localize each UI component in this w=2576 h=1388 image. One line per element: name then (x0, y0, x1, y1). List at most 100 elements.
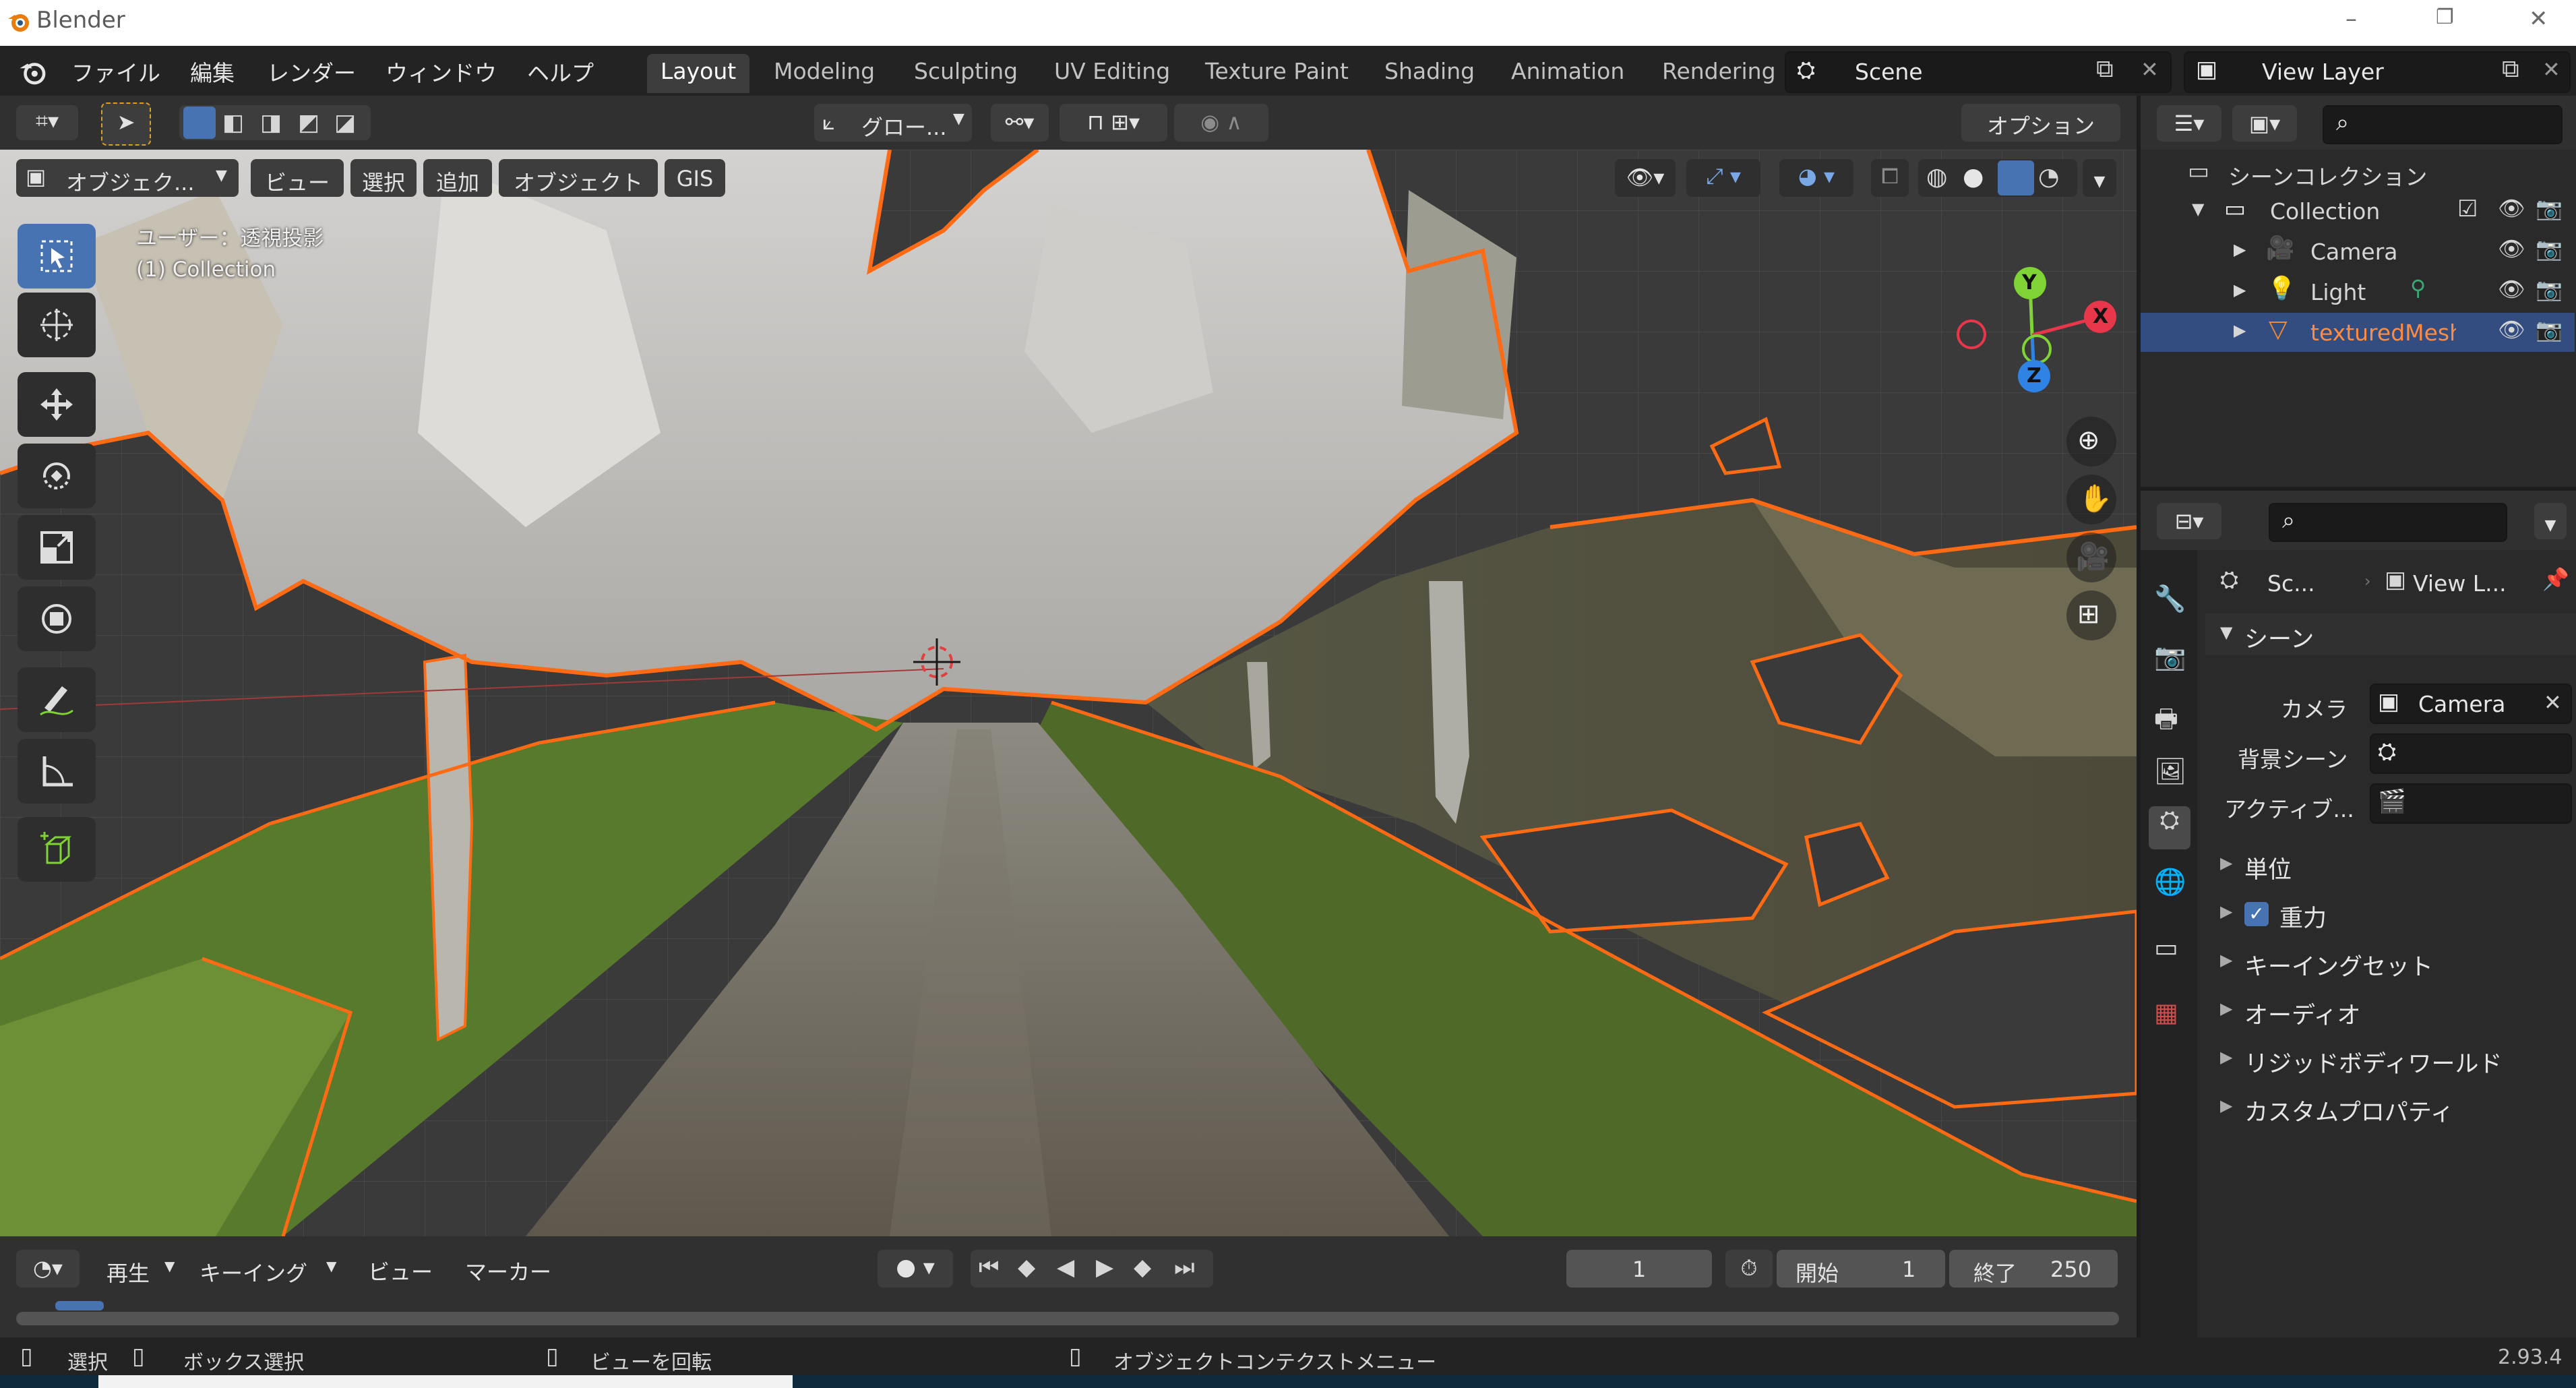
mode-extend-icon[interactable]: ◧ (222, 109, 244, 136)
expand-arrow-icon[interactable]: ▶ (2234, 321, 2246, 340)
transform-orientation-dropdown[interactable]: ⟀ グロー... ▼ (814, 104, 972, 142)
tool-annotate[interactable] (18, 667, 96, 732)
mode-subtract-icon[interactable]: ◨ (260, 109, 282, 136)
toggle-perspective-button[interactable]: ⊞ (2066, 591, 2116, 640)
active-tool-icon-button[interactable]: ➤ (101, 102, 151, 146)
frame-end-field[interactable]: 終了 250 (1949, 1250, 2118, 1288)
mode-invert-icon[interactable]: ◩ (298, 109, 319, 136)
new-scene-icon[interactable]: ⧉ (2096, 55, 2114, 84)
view3d-menu-select[interactable]: 選択 (350, 159, 417, 197)
navigation-gizmo[interactable]: Y X Z (1948, 251, 2116, 419)
outliner-row-collection[interactable]: ▼ ▭ Collection ☑ 👁 📷 (2141, 191, 2575, 231)
menu-file[interactable]: ファイル (71, 55, 160, 88)
keying-sets-panel-header[interactable]: ▶ キーイングセット (2205, 941, 2576, 984)
eye-icon[interactable]: 👁 (2498, 317, 2525, 342)
pan-view-button[interactable]: ✋ (2066, 475, 2116, 524)
menu-render[interactable]: レンダー (267, 55, 356, 88)
outliner-search-field[interactable]: ⌕ (2323, 105, 2563, 144)
restore-icon[interactable]: ❐ (2436, 5, 2454, 29)
editor-type-button[interactable]: ⌗▾ (16, 105, 78, 140)
active-clip-field[interactable]: 🎬 (2370, 783, 2572, 824)
delete-scene-icon[interactable]: ✕ (2141, 57, 2159, 82)
expand-arrow-icon[interactable]: ▶ (2234, 240, 2246, 259)
outliner-row-texturedmesh[interactable]: ▶ ▽ texturedMesh 👁 📷 (2141, 313, 2575, 352)
minimize-icon[interactable]: – (2345, 5, 2357, 32)
menu-edit[interactable]: 編集 (190, 55, 235, 88)
timeline-menu-playback[interactable]: 再生 ▼ (94, 1250, 183, 1288)
clear-field-icon[interactable]: ✕ (2544, 690, 2562, 715)
wireframe-shading-icon[interactable]: ◍ (1926, 163, 1947, 191)
collection-tab-icon[interactable]: ▭ (2154, 933, 2178, 963)
outliner-editor-type-button[interactable]: ☰▾ (2157, 105, 2221, 142)
render-camera-icon[interactable]: 📷 (2536, 317, 2563, 342)
tool-scale[interactable] (18, 515, 96, 580)
outliner-row-camera[interactable]: ▶ 🎥 Camera 👁 📷 (2141, 232, 2575, 271)
options-dropdown[interactable]: オプション (1961, 104, 2120, 142)
rendered-shading-icon[interactable]: ◔ (2038, 163, 2059, 191)
eye-icon[interactable]: 👁 (2498, 236, 2525, 262)
snapping-button[interactable]: ⊓ ⊞▾ (1060, 104, 1167, 142)
view-layer-tab-icon[interactable]: 🖼 (2154, 756, 2186, 787)
tab-rendering[interactable]: Rendering (1649, 54, 1798, 93)
zoom-view-button[interactable]: ⊕ (2066, 417, 2116, 466)
outliner-row-scene-collection[interactable]: ▭ シーンコレクション (2141, 152, 2575, 191)
tab-modeling[interactable]: Modeling (760, 54, 888, 93)
output-tab-icon[interactable]: 🖶 (2154, 700, 2178, 744)
view-layer-selector[interactable]: ▣ View Layer ⧉ ✕ (2184, 51, 2571, 93)
rigid-body-world-panel-header[interactable]: ▶ リジッドボディワールド (2205, 1038, 2576, 1081)
texture-tab-icon[interactable]: ▦ (2154, 998, 2178, 1027)
interaction-mode-dropdown[interactable]: ▣ オブジェク... ▼ (16, 159, 239, 197)
menu-window[interactable]: ウィンドウ (386, 55, 497, 88)
tab-animation[interactable]: Animation (1498, 54, 1638, 93)
jump-to-next-keyframe-icon[interactable]: ◆ (1134, 1254, 1151, 1281)
pin-icon[interactable]: 📌 (2542, 566, 2569, 592)
properties-search-field[interactable]: ⌕ (2269, 503, 2507, 542)
jump-to-start-icon[interactable]: ⏮ (979, 1254, 1000, 1281)
scene-tab-icon[interactable]: ⛭ (2149, 806, 2190, 849)
custom-properties-panel-header[interactable]: ▶ カスタムプロパティ (2205, 1087, 2576, 1130)
view3d-menu-object[interactable]: オブジェクト (499, 159, 658, 197)
world-tab-icon[interactable]: 🌐 (2154, 867, 2186, 897)
camera-field[interactable]: ▣ Camera ✕ (2370, 684, 2572, 724)
mode-intersect-icon[interactable]: ◪ (334, 109, 356, 136)
tool-add-cube[interactable] (18, 817, 96, 882)
3d-viewport[interactable]: ▣ オブジェク... ▼ ビュー 選択 追加 オブジェクト GIS 👁▾ ⤢ ▾… (0, 150, 2137, 1236)
tool-cursor[interactable] (18, 293, 96, 357)
gizmo-toggle-button[interactable]: ⤢ ▾ (1686, 159, 1760, 197)
play-icon[interactable]: ▶ (1096, 1254, 1113, 1281)
display-mode-button[interactable]: ▣▾ (2232, 105, 2297, 142)
new-view-layer-icon[interactable]: ⧉ (2502, 55, 2519, 84)
gravity-checkbox[interactable]: ✓ (2244, 902, 2269, 926)
current-frame-field[interactable]: 1 (1566, 1250, 1712, 1288)
view3d-menu-add[interactable]: 追加 (423, 159, 492, 197)
play-reverse-icon[interactable]: ◀ (1057, 1254, 1074, 1281)
render-camera-icon[interactable]: 📷 (2536, 276, 2563, 302)
camera-view-button[interactable]: 🎥 (2066, 533, 2116, 582)
tool-move[interactable] (18, 372, 96, 437)
pivot-point-button[interactable]: ⚯▾ (991, 104, 1049, 142)
view3d-menu-gis[interactable]: GIS (665, 159, 725, 197)
render-camera-icon[interactable]: 📷 (2536, 236, 2563, 262)
overlays-toggle-button[interactable]: ◕ ▾ (1779, 159, 1853, 197)
units-panel-header[interactable]: ▶ 単位 (2205, 844, 2576, 887)
tool-transform[interactable] (18, 586, 96, 651)
properties-options-button[interactable]: ▼ (2534, 503, 2567, 539)
xray-toggle-button[interactable]: ⧠ (1871, 159, 1909, 197)
timeline-menu-view[interactable]: ビュー (368, 1255, 433, 1286)
timeline-scrollbar[interactable] (16, 1312, 2119, 1325)
jump-to-previous-keyframe-icon[interactable]: ◆ (1018, 1254, 1035, 1281)
material-preview-shading-icon[interactable] (1998, 160, 2034, 195)
eye-icon[interactable]: 👁 (2498, 195, 2525, 221)
jump-to-end-icon[interactable]: ⏭ (1174, 1254, 1195, 1281)
auto-keying-button[interactable]: ● ▾ (878, 1250, 953, 1288)
close-icon[interactable]: ✕ (2529, 5, 2548, 32)
timeline-menu-marker[interactable]: マーカー (465, 1255, 551, 1286)
background-scene-field[interactable]: ⛭ (2370, 733, 2572, 774)
timeline-editor-type-button[interactable]: ◔▾ (16, 1250, 80, 1288)
scene-selector[interactable]: ⛭ Scene ⧉ ✕ (1785, 51, 2172, 93)
menu-help[interactable]: ヘルプ (527, 55, 594, 88)
tool-tab-icon[interactable]: 🔧 (2154, 584, 2186, 614)
current-frame-indicator[interactable] (55, 1301, 104, 1310)
use-preview-range-button[interactable]: ⏱ (1725, 1250, 1773, 1288)
tool-select-box[interactable] (18, 224, 96, 289)
